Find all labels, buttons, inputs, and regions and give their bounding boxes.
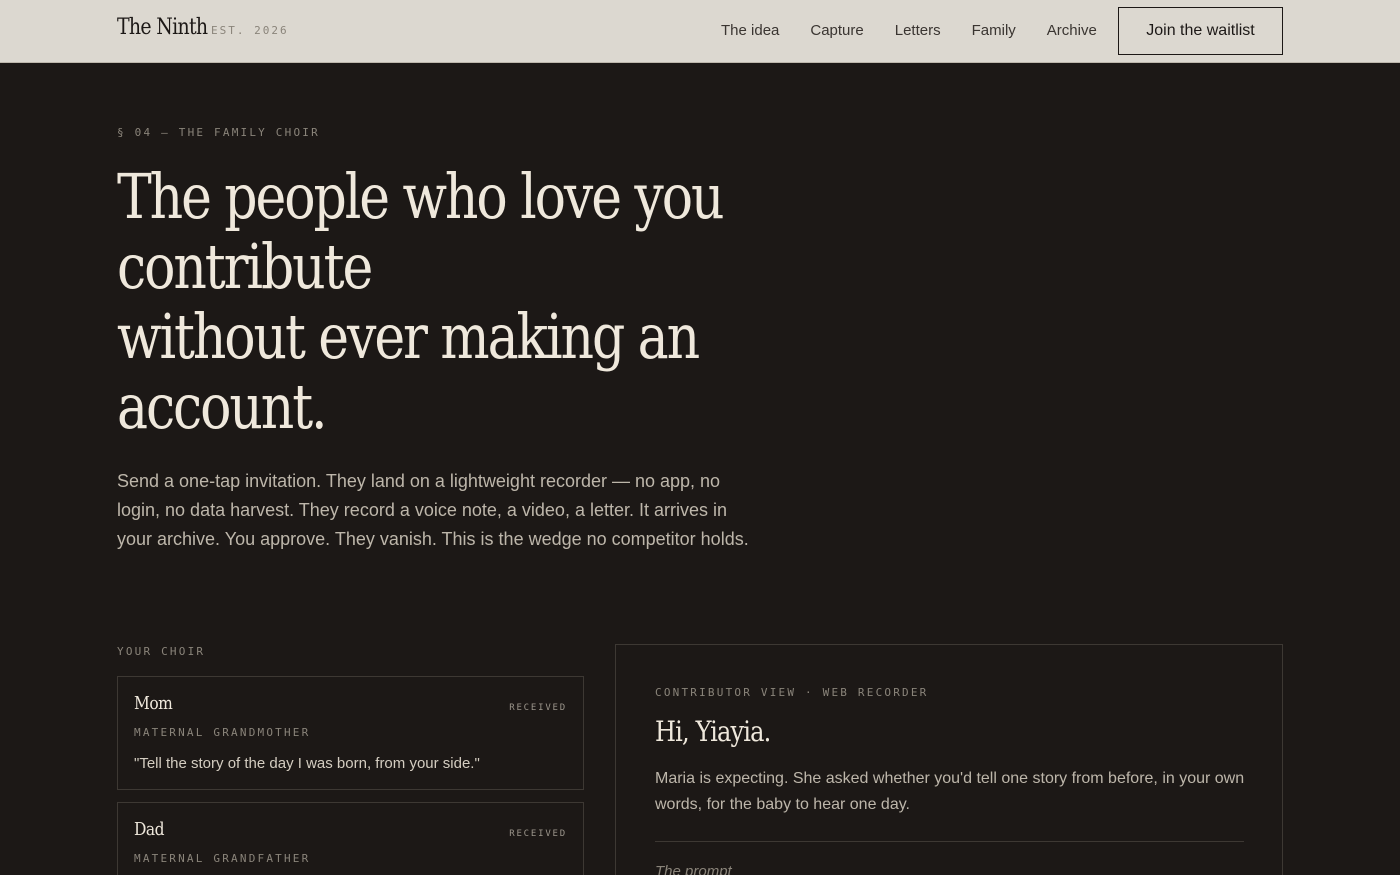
hero-lede: Send a one-tap invitation. They land on … xyxy=(117,471,749,549)
member-status-badge: RECEIVED xyxy=(509,829,567,839)
headline-line: without ever making an xyxy=(117,300,700,373)
member-prompt-quote: "Tell the story of the day I was born, f… xyxy=(134,755,480,772)
panel-body-text: Maria is expecting. She asked whether yo… xyxy=(655,770,1245,813)
brand-established: EST. 2026 xyxy=(211,24,289,37)
member-role: MATERNAL GRANDMOTHER xyxy=(134,726,311,739)
member-name: Dad xyxy=(134,819,165,840)
nav-link-capture[interactable]: Capture xyxy=(810,22,863,39)
nav-link-archive[interactable]: Archive xyxy=(1047,22,1097,39)
contributor-view-panel: CONTRIBUTOR VIEW · WEB RECORDER Hi, Yiay… xyxy=(615,644,1283,875)
member-role: MATERNAL GRANDFATHER xyxy=(134,852,311,865)
panel-eyebrow: CONTRIBUTOR VIEW · WEB RECORDER xyxy=(655,686,929,699)
prompt-label: The prompt xyxy=(655,863,732,875)
top-navigation-bar: The Ninth EST. 2026 The idea Capture Let… xyxy=(0,0,1400,63)
brand-name: The Ninth xyxy=(117,15,208,40)
main-nav: The idea Capture Letters Family Archive xyxy=(721,22,1097,39)
member-status-badge: RECEIVED xyxy=(509,703,567,713)
headline-line: contribute xyxy=(117,230,373,303)
join-waitlist-button[interactable]: Join the waitlist xyxy=(1118,7,1283,55)
nav-link-letters[interactable]: Letters xyxy=(895,22,941,39)
choir-section-label: YOUR CHOIR xyxy=(117,645,206,658)
member-name: Mom xyxy=(134,693,173,714)
nav-link-family[interactable]: Family xyxy=(972,22,1016,39)
nav-link-the-idea[interactable]: The idea xyxy=(721,22,779,39)
divider xyxy=(655,841,1244,842)
choir-member-card[interactable]: Dad RECEIVED MATERNAL GRANDFATHER xyxy=(117,802,584,875)
section-eyebrow: § 04 — THE FAMILY CHOIR xyxy=(117,126,320,139)
choir-member-card[interactable]: Mom RECEIVED MATERNAL GRANDMOTHER "Tell … xyxy=(117,676,584,790)
headline-line: The people who love you xyxy=(117,160,725,233)
hero-headline: The people who love you contribute witho… xyxy=(117,160,725,443)
brand-logo[interactable]: The Ninth EST. 2026 xyxy=(117,15,289,40)
panel-greeting: Hi, Yiayia. xyxy=(655,715,771,748)
headline-line: account. xyxy=(117,370,328,443)
